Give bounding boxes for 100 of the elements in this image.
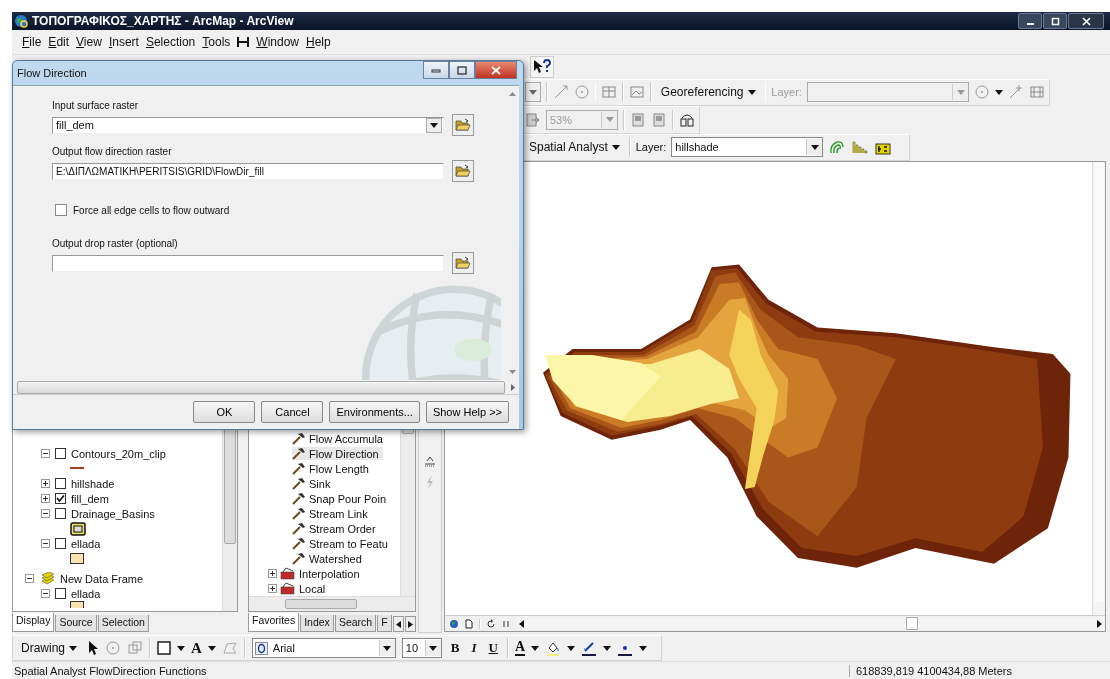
up-arrow-icon[interactable]	[508, 92, 516, 96]
menu-item[interactable]: Tools	[202, 35, 231, 49]
binoculars-icon[interactable]	[679, 111, 695, 128]
text-tool-button[interactable]: A	[191, 639, 202, 657]
italic-button[interactable]: I	[468, 640, 480, 656]
menu-item[interactable]: Selection	[145, 35, 196, 49]
export-icon[interactable]	[525, 111, 541, 128]
down-arrow-icon[interactable]	[508, 370, 516, 374]
tool-item[interactable]: Flow Direction	[292, 447, 383, 460]
tool-item[interactable]: Flow Accumula	[292, 432, 387, 445]
dialog-button[interactable]: Environments...	[329, 401, 420, 423]
menu-item[interactable]: Help	[306, 35, 331, 49]
fill-color-icon[interactable]	[545, 640, 562, 656]
tab[interactable]: F	[377, 615, 392, 632]
scroll-thumb[interactable]	[906, 617, 918, 630]
close-button[interactable]	[475, 61, 517, 79]
expander-icon[interactable]	[41, 509, 50, 518]
drawing-menu[interactable]: Drawing	[17, 641, 81, 655]
right-arrow-icon[interactable]	[1096, 619, 1103, 628]
pause-icon[interactable]	[501, 618, 511, 629]
tab[interactable]: Display	[12, 613, 55, 632]
image-icon[interactable]	[629, 84, 646, 101]
contour-icon[interactable]	[828, 139, 847, 156]
menu-item[interactable]: Edit	[48, 35, 70, 49]
bold-button[interactable]: B	[447, 640, 463, 656]
expander-icon[interactable]	[41, 589, 50, 598]
path-field[interactable]: E:\ΔΙΠΛΩΜΑΤΙΚΗ\PERITSIS\GRID\FlowDir_fill	[52, 162, 444, 180]
tool-item[interactable]: Watershed	[292, 552, 366, 565]
pointer-icon[interactable]	[87, 640, 99, 656]
tab[interactable]: Selection	[97, 615, 149, 632]
caret-icon[interactable]	[177, 645, 185, 651]
spatial-analyst-menu[interactable]: Spatial Analyst	[525, 140, 624, 155]
tool-item[interactable]: Stream to Featu	[292, 537, 392, 550]
layer-name[interactable]: Contours_20m_clip	[71, 447, 166, 460]
tool-item[interactable]: Sink	[292, 477, 335, 490]
tab[interactable]: Index	[300, 615, 334, 632]
layer-name[interactable]: ellada	[71, 537, 101, 550]
bracket-icon[interactable]	[237, 36, 250, 48]
tool-item[interactable]: Flow Length	[292, 462, 373, 475]
dialog-button[interactable]: OK	[193, 401, 256, 423]
browse-button[interactable]	[452, 114, 474, 136]
expander-icon[interactable]	[41, 449, 50, 458]
tool-item[interactable]: Stream Order	[292, 522, 380, 535]
scroll-right-button[interactable]	[404, 616, 416, 632]
caret-icon[interactable]	[639, 645, 648, 651]
dialog-button[interactable]: Show Help >>	[425, 401, 509, 423]
line-color-icon[interactable]	[581, 640, 598, 656]
tool-item[interactable]: Stream Link	[292, 507, 372, 520]
raster-dropdown[interactable]: fill_dem	[52, 116, 444, 134]
caret-icon[interactable]	[207, 645, 216, 651]
layer-checkbox[interactable]	[55, 478, 66, 489]
menu-item[interactable]: Insert	[108, 35, 139, 49]
menu-item[interactable]: Window	[256, 35, 299, 49]
menu-item[interactable]: View	[76, 35, 102, 49]
layer-checkbox[interactable]	[55, 493, 66, 504]
tab[interactable]: Source	[55, 615, 97, 632]
expander-icon[interactable]	[268, 584, 277, 593]
caret-icon[interactable]	[567, 645, 576, 651]
refresh-icon[interactable]	[486, 618, 496, 629]
expander-icon[interactable]	[41, 479, 50, 488]
scroll-left-button[interactable]	[392, 616, 404, 632]
georeferencing-menu[interactable]: Georeferencing	[656, 85, 760, 100]
layer-name[interactable]: Drainage_Basins	[71, 507, 155, 520]
font-size-dropdown[interactable]: 10	[401, 638, 442, 658]
font-color-button[interactable]: A	[515, 640, 526, 656]
layer-name[interactable]: ellada	[71, 587, 101, 600]
caret-icon[interactable]	[531, 645, 540, 651]
globe-icon[interactable]	[449, 618, 459, 629]
layer-checkbox[interactable]	[55, 588, 66, 599]
expander-icon[interactable]	[25, 574, 34, 583]
browse-button[interactable]	[452, 252, 474, 274]
expander-icon[interactable]	[41, 539, 50, 548]
toolset-item[interactable]: Local	[280, 582, 330, 595]
expander-icon[interactable]	[41, 494, 50, 503]
layer-name[interactable]: fill_dem	[71, 492, 109, 505]
tool-item[interactable]: Snap Pour Poin	[292, 492, 391, 505]
menu-item[interactable]: File	[22, 35, 42, 49]
tab[interactable]: Search	[334, 615, 377, 632]
tab[interactable]: Favorites	[248, 613, 300, 632]
dialog-button[interactable]: Cancel	[261, 401, 324, 423]
layer-checkbox[interactable]	[55, 508, 66, 519]
underline-button[interactable]: U	[485, 640, 501, 656]
left-arrow-icon[interactable]	[518, 619, 525, 628]
layer-checkbox[interactable]	[55, 448, 66, 459]
path-field[interactable]	[52, 254, 444, 272]
minimize-button[interactable]	[1018, 13, 1042, 29]
font-dropdown[interactable]: Arial	[251, 638, 396, 658]
dropdown[interactable]	[525, 82, 541, 103]
expander-icon[interactable]	[268, 569, 277, 578]
restore-button[interactable]	[1043, 13, 1067, 29]
page-icon[interactable]	[464, 618, 474, 629]
help-cursor-icon[interactable]	[530, 55, 554, 78]
caret-icon[interactable]	[603, 645, 612, 651]
browse-button[interactable]	[452, 160, 474, 182]
layer-name[interactable]: hillshade	[71, 477, 115, 490]
layer-dropdown[interactable]: hillshade	[671, 137, 824, 158]
layer-name[interactable]: New Data Frame	[60, 572, 144, 585]
maximize-button[interactable]	[449, 61, 475, 79]
rectangle-icon[interactable]	[157, 641, 171, 655]
checkbox[interactable]	[55, 204, 67, 216]
